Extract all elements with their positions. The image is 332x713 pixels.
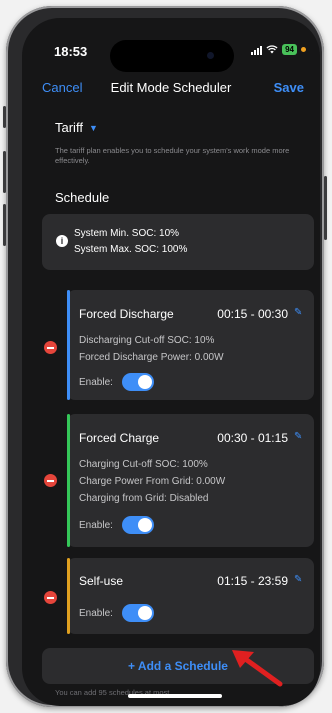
tariff-dropdown[interactable]: Tariff ▼ bbox=[55, 120, 98, 135]
wifi-icon bbox=[266, 45, 278, 54]
card-accent-bar bbox=[67, 558, 70, 634]
card-accent-bar bbox=[67, 414, 70, 547]
card-detail: Forced Discharge Power: 0.00W bbox=[79, 352, 224, 363]
enable-toggle[interactable] bbox=[122, 604, 154, 622]
card-title: Forced Discharge bbox=[79, 307, 174, 321]
camera-icon bbox=[207, 52, 214, 59]
card-time: 00:30 - 01:15 bbox=[217, 431, 288, 445]
card-detail: Charging Cut-off SOC: 100% bbox=[79, 459, 208, 470]
card-accent-bar bbox=[67, 290, 70, 400]
nav-bar: Cancel Edit Mode Scheduler Save bbox=[22, 80, 320, 102]
power-button bbox=[324, 176, 327, 240]
card-detail: Discharging Cut-off SOC: 10% bbox=[79, 335, 215, 346]
enable-toggle[interactable] bbox=[122, 373, 154, 391]
save-button[interactable]: Save bbox=[274, 80, 304, 95]
schedule-card-forced-charge[interactable]: Forced Charge 00:30 - 01:15 ✎ Charging C… bbox=[67, 414, 314, 547]
card-title: Self-use bbox=[79, 574, 124, 588]
soc-max: System Max. SOC: 100% bbox=[74, 244, 188, 255]
soc-info-card: i System Min. SOC: 10% System Max. SOC: … bbox=[42, 214, 314, 270]
privacy-indicator bbox=[301, 47, 306, 52]
tariff-label: Tariff bbox=[55, 120, 83, 135]
delete-schedule-button[interactable] bbox=[44, 341, 57, 354]
edit-pencil-icon[interactable]: ✎ bbox=[294, 308, 304, 318]
status-time: 18:53 bbox=[54, 44, 88, 59]
app-screen: 18:53 94 Cancel Edit Mode Scheduler Save… bbox=[22, 18, 320, 706]
volume-up-button bbox=[3, 151, 6, 193]
signal-icon bbox=[251, 45, 263, 55]
schedule-card-self-use[interactable]: Self-use 01:15 - 23:59 ✎ Enable: bbox=[67, 558, 314, 634]
card-time: 01:15 - 23:59 bbox=[217, 574, 288, 588]
info-icon: i bbox=[56, 235, 68, 247]
soc-min: System Min. SOC: 10% bbox=[74, 228, 180, 239]
dynamic-island bbox=[110, 40, 234, 72]
card-time: 00:15 - 00:30 bbox=[217, 307, 288, 321]
card-title: Forced Charge bbox=[79, 431, 160, 445]
enable-label: Enable: bbox=[79, 377, 113, 388]
status-icons: 94 bbox=[251, 44, 306, 55]
card-detail: Charging from Grid: Disabled bbox=[79, 493, 209, 504]
enable-toggle[interactable] bbox=[122, 516, 154, 534]
delete-schedule-button[interactable] bbox=[44, 474, 57, 487]
battery-icon: 94 bbox=[282, 44, 297, 55]
schedule-card-forced-discharge[interactable]: Forced Discharge 00:15 - 00:30 ✎ Dischar… bbox=[67, 290, 314, 400]
chevron-down-icon: ▼ bbox=[88, 122, 98, 133]
card-detail: Charge Power From Grid: 0.00W bbox=[79, 476, 226, 487]
edit-pencil-icon[interactable]: ✎ bbox=[294, 575, 304, 585]
home-indicator[interactable] bbox=[128, 694, 222, 698]
phone-frame: 18:53 94 Cancel Edit Mode Scheduler Save… bbox=[3, 6, 327, 707]
pointer-arrow-icon bbox=[232, 650, 283, 687]
enable-label: Enable: bbox=[79, 608, 113, 619]
tariff-description: The tariff plan enables you to schedule … bbox=[55, 146, 290, 165]
enable-label: Enable: bbox=[79, 520, 113, 531]
volume-down-button bbox=[3, 204, 6, 246]
action-button bbox=[3, 106, 6, 128]
schedule-heading: Schedule bbox=[55, 190, 110, 205]
edit-pencil-icon[interactable]: ✎ bbox=[294, 432, 304, 442]
delete-schedule-button[interactable] bbox=[44, 591, 57, 604]
